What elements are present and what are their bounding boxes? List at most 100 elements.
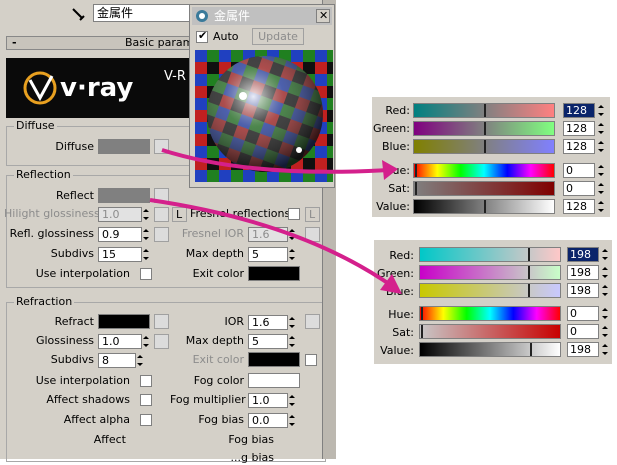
picker2-green-input[interactable]: 198 xyxy=(567,265,599,280)
picker2-red-input[interactable]: 198 xyxy=(567,247,599,262)
refract-max-depth-input[interactable]: 5 xyxy=(248,334,288,349)
picker2-green-slider[interactable] xyxy=(419,265,561,280)
refract-glossiness-spinner[interactable] xyxy=(142,334,150,349)
affect-alpha-checkbox[interactable] xyxy=(140,414,152,426)
hilight-lock-button[interactable]: L xyxy=(172,207,187,222)
fog-bias-spinner[interactable] xyxy=(288,413,296,428)
picker2-sat-thumb[interactable] xyxy=(421,325,423,338)
refract-map-button[interactable] xyxy=(154,314,169,329)
refract-use-interpolation-checkbox[interactable] xyxy=(140,375,152,387)
refract-max-depth-spinner[interactable] xyxy=(288,334,296,349)
picker1-sat-input[interactable]: 0 xyxy=(563,181,595,196)
ior-input[interactable]: 1.6 xyxy=(248,315,288,330)
refl-glossiness-input[interactable]: 0.9 xyxy=(98,227,142,242)
picker1-sat-thumb[interactable] xyxy=(415,182,417,195)
picker1-green-slider[interactable] xyxy=(413,121,555,136)
preview-close-button[interactable]: ✕ xyxy=(316,9,330,23)
hilight-glossiness-map-button[interactable] xyxy=(154,207,169,222)
fresnel-ior-spinner[interactable] xyxy=(288,227,296,242)
picker2-blue-spinner[interactable] xyxy=(601,283,609,298)
fresnel-lock-button[interactable]: L xyxy=(305,207,320,222)
picker2-red-slider[interactable] xyxy=(419,247,561,262)
ior-map-button[interactable] xyxy=(305,314,320,329)
rollout-header[interactable]: - Basic paramete xyxy=(6,36,211,50)
refract-subdivs-input[interactable]: 8 xyxy=(98,353,136,368)
picker2-red-spinner[interactable] xyxy=(601,247,609,262)
picker1-hue-slider[interactable] xyxy=(413,163,555,178)
reflect-max-depth-input[interactable]: 5 xyxy=(248,247,288,262)
material-name-field[interactable]: 金属件 xyxy=(93,4,191,22)
refl-glossiness-spinner[interactable] xyxy=(142,227,150,242)
refl-glossiness-map-button[interactable] xyxy=(154,227,169,242)
ior-spinner[interactable] xyxy=(288,315,296,330)
refract-color-swatch[interactable] xyxy=(98,314,150,329)
diffuse-color-swatch[interactable] xyxy=(98,139,150,154)
picker2-value-spinner[interactable] xyxy=(601,342,609,357)
picker2-blue-thumb[interactable] xyxy=(528,284,530,297)
picker2-value-thumb[interactable] xyxy=(530,343,532,356)
picker1-red-slider[interactable] xyxy=(413,103,555,118)
picker2-blue-slider[interactable] xyxy=(419,283,561,298)
picker2-sat-input[interactable]: 0 xyxy=(567,324,599,339)
picker2-value-input[interactable]: 198 xyxy=(567,342,599,357)
auto-checkbox[interactable]: ✔ xyxy=(196,29,208,43)
picker1-sat-slider[interactable] xyxy=(413,181,555,196)
picker1-blue-slider[interactable] xyxy=(413,139,555,154)
fog-bias-input[interactable]: 0.0 xyxy=(248,413,288,428)
picker2-green-thumb[interactable] xyxy=(528,266,530,279)
picker1-hue-input[interactable]: 0 xyxy=(563,163,595,178)
picker1-green-input[interactable]: 128 xyxy=(563,121,595,136)
reflect-map-button[interactable] xyxy=(154,188,169,203)
picker2-sat-slider[interactable] xyxy=(419,324,561,339)
fresnel-reflections-checkbox[interactable] xyxy=(288,208,300,220)
eyedropper-icon[interactable] xyxy=(70,6,86,22)
reflect-max-depth-spinner[interactable] xyxy=(288,247,296,262)
update-button[interactable]: Update xyxy=(252,28,304,45)
reflect-subdivs-input[interactable]: 15 xyxy=(98,247,142,262)
picker2-hue-slider[interactable] xyxy=(419,306,561,321)
reflect-use-interpolation-checkbox[interactable] xyxy=(140,268,152,280)
picker2-blue-input[interactable]: 198 xyxy=(567,283,599,298)
fresnel-ior-map-button[interactable] xyxy=(305,227,320,242)
fresnel-ior-input[interactable]: 1.6 xyxy=(248,227,288,242)
refract-subdivs-spinner[interactable] xyxy=(136,353,144,368)
reflect-subdivs-spinner[interactable] xyxy=(142,247,150,262)
picker1-hue-spinner[interactable] xyxy=(597,163,605,178)
affect-shadows-checkbox[interactable] xyxy=(140,394,152,406)
picker2-sat-spinner[interactable] xyxy=(601,324,609,339)
picker2-sat-label: Sat: xyxy=(392,326,414,339)
refract-glossiness-map-button[interactable] xyxy=(154,334,169,349)
picker2-green-spinner[interactable] xyxy=(601,265,609,280)
rollout-collapse-icon[interactable]: - xyxy=(12,36,17,50)
reflect-color-swatch[interactable] xyxy=(98,188,150,203)
picker2-value-slider[interactable] xyxy=(419,342,561,357)
picker1-red-thumb[interactable] xyxy=(484,104,486,117)
hilight-glossiness-spinner[interactable] xyxy=(142,207,150,222)
picker1-green-thumb[interactable] xyxy=(484,122,486,135)
picker2-hue-thumb[interactable] xyxy=(421,307,423,320)
picker1-value-thumb[interactable] xyxy=(484,200,486,213)
picker1-value-input[interactable]: 128 xyxy=(563,199,595,214)
fog-multiplier-input[interactable]: 1.0 xyxy=(248,393,288,408)
refract-exit-color-swatch[interactable] xyxy=(248,352,300,367)
fog-multiplier-spinner[interactable] xyxy=(288,393,296,408)
picker1-blue-input[interactable]: 128 xyxy=(563,139,595,154)
picker2-red-thumb[interactable] xyxy=(528,248,530,261)
picker1-red-input[interactable]: 128 xyxy=(563,103,595,118)
picker1-green-spinner[interactable] xyxy=(597,121,605,136)
picker1-hue-thumb[interactable] xyxy=(415,164,417,177)
picker1-blue-thumb[interactable] xyxy=(484,140,486,153)
reflect-exit-color-swatch[interactable] xyxy=(248,266,300,281)
fog-color-swatch[interactable] xyxy=(248,373,300,388)
picker1-value-slider[interactable] xyxy=(413,199,555,214)
hilight-glossiness-input[interactable]: 1.0 xyxy=(98,207,142,222)
picker1-value-spinner[interactable] xyxy=(597,199,605,214)
picker1-sat-spinner[interactable] xyxy=(597,181,605,196)
picker1-blue-spinner[interactable] xyxy=(597,139,605,154)
refract-glossiness-input[interactable]: 1.0 xyxy=(98,334,142,349)
diffuse-map-button[interactable] xyxy=(154,139,169,154)
refract-exit-color-checkbox[interactable] xyxy=(305,354,317,366)
picker2-hue-spinner[interactable] xyxy=(601,306,609,321)
picker2-hue-input[interactable]: 0 xyxy=(567,306,599,321)
picker1-red-spinner[interactable] xyxy=(597,103,605,118)
